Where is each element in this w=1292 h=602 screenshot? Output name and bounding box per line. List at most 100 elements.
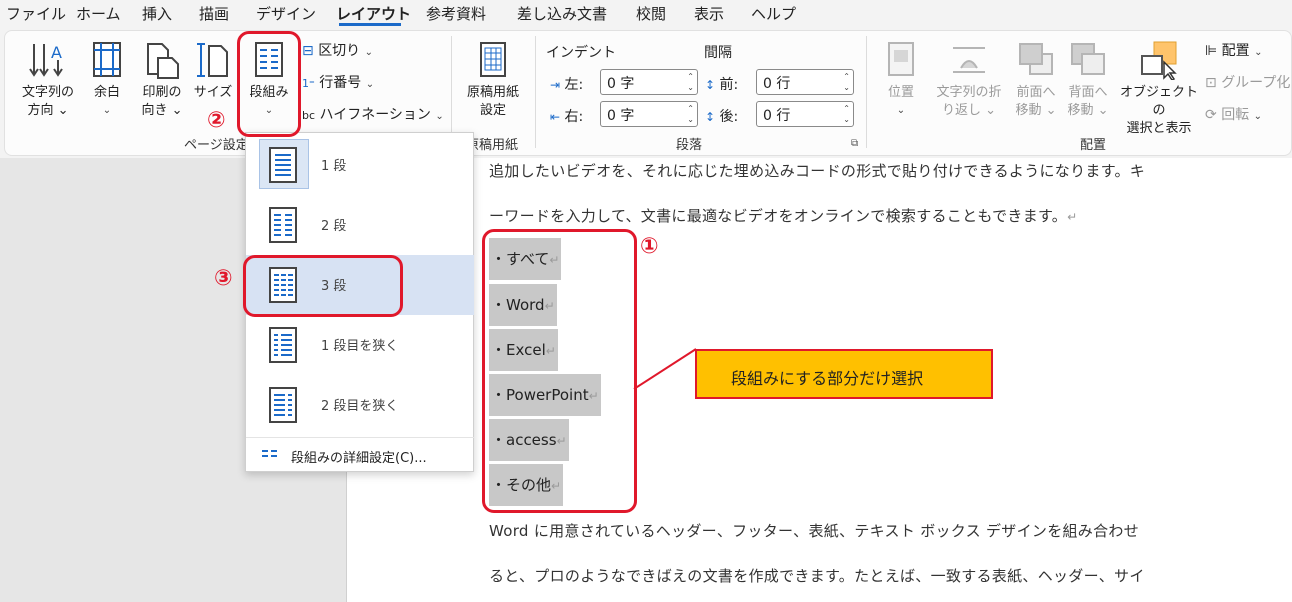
- send-backward-button[interactable]: 背面へ 移動 ⌄: [1064, 40, 1112, 120]
- paragraph-2-line-2: ると、プロのようなできばえの文書を作成できます。たとえば、一致する表紙、ヘッダー…: [489, 567, 1145, 585]
- more-columns-button[interactable]: 段組みの詳細設定(C)...: [246, 437, 474, 471]
- paragraph-group-label: 段落: [676, 138, 703, 153]
- hyphenation-label: ハイフネーション: [319, 107, 431, 123]
- indent-left-icon: ⇥: [550, 78, 561, 92]
- bring-forward-label-2: 移動 ⌄: [1015, 103, 1057, 118]
- callout-pointer: [633, 348, 697, 390]
- spin-arrows-icon[interactable]: ⌃ ⌄: [687, 71, 694, 93]
- breaks-label: 区切り: [318, 43, 361, 59]
- indent-right-icon: ⇤: [550, 110, 561, 124]
- active-tab-indicator: [339, 23, 401, 26]
- size-button[interactable]: サイズ: [192, 40, 234, 102]
- chevron-down-icon: ⌄: [1254, 47, 1263, 58]
- annotation-number-2: ②: [207, 108, 226, 133]
- selection-pane-label-1: オブジェクトの: [1119, 85, 1198, 118]
- rotate-button[interactable]: ⟳ 回転 ⌄: [1205, 104, 1262, 124]
- wrap-text-label-2: り返し ⌄: [941, 103, 997, 118]
- tab-help[interactable]: ヘルプ: [751, 3, 796, 24]
- bring-forward-icon: [1019, 43, 1053, 75]
- group-label: グループ化: [1221, 75, 1291, 91]
- arrange-group-label: 配置: [1080, 138, 1107, 153]
- text-direction-label-2: 方向 ⌄: [27, 103, 69, 118]
- text-direction-icon: A: [29, 43, 63, 77]
- indent-right-input[interactable]: 0 字 ⌃ ⌄: [600, 101, 698, 127]
- columns-option-one[interactable]: 1 段: [246, 135, 474, 195]
- tab-mailings[interactable]: 差し込み文書: [517, 3, 607, 24]
- indent-title: インデント: [546, 45, 616, 61]
- paper-size-icon: [197, 43, 228, 77]
- more-columns-label: 段組みの詳細設定(C)...: [291, 451, 427, 466]
- breaks-button[interactable]: ⊟ 区切り ⌄: [302, 40, 373, 60]
- tab-layout[interactable]: レイアウト: [336, 3, 411, 24]
- columns-option-label: 1 段目を狭く: [321, 339, 399, 354]
- columns-option-right[interactable]: 2 段目を狭く: [246, 375, 474, 435]
- spacing-before-label: ↕ 前:: [705, 77, 739, 93]
- paragraph-1-line-2: ーワードを入力して、文書に最適なビデオをオンラインで検索することもできます。↵: [489, 207, 1078, 225]
- tab-file[interactable]: ファイル: [6, 3, 66, 24]
- chevron-down-icon: ⌄: [102, 105, 112, 116]
- position-icon: [888, 42, 914, 76]
- chevron-down-icon: ⌄: [364, 47, 374, 58]
- tab-references[interactable]: 参考資料: [426, 3, 486, 24]
- page-setup-group-label: ページ設定: [184, 138, 249, 153]
- selection-pane-icon: [1141, 41, 1177, 80]
- tab-draw[interactable]: 描画: [199, 3, 229, 24]
- orientation-button[interactable]: 印刷の 向き ⌄: [136, 40, 188, 120]
- line-numbers-button[interactable]: 1⁼ 行番号 ⌄: [302, 72, 374, 92]
- indent-right-label: ⇤ 右:: [550, 109, 584, 125]
- selection-pane-button[interactable]: オブジェクトの 選択と表示: [1118, 40, 1200, 138]
- bring-forward-button[interactable]: 前面へ 移動 ⌄: [1012, 40, 1060, 120]
- one-column-icon: [269, 147, 297, 183]
- tab-view[interactable]: 表示: [694, 3, 724, 24]
- columns-option-two[interactable]: 2 段: [246, 195, 474, 255]
- size-label: サイズ: [193, 85, 233, 100]
- columns-option-left[interactable]: 1 段目を狭く: [246, 315, 474, 375]
- bring-forward-label-1: 前面へ: [1016, 85, 1056, 100]
- spacing-before-input[interactable]: 0 行 ⌃ ⌄: [756, 69, 854, 95]
- genkou-setup-button[interactable]: 原稿用紙 設定: [460, 40, 526, 120]
- columns-settings-icon: [262, 450, 277, 457]
- annotation-box-selection: [482, 229, 637, 513]
- margins-icon: [93, 42, 121, 77]
- two-columns-icon: [269, 207, 297, 243]
- chevron-down-icon: ⌄: [1253, 111, 1263, 122]
- orientation-label-1: 印刷の: [142, 85, 182, 100]
- menu-bar: ファイル ホーム 挿入 描画 デザイン レイアウト 参考資料 差し込み文書 校閲…: [0, 0, 1292, 28]
- group-button[interactable]: ⊡ グループ化: [1205, 72, 1290, 92]
- wrap-text-label-1: 文字列の折: [936, 85, 1002, 100]
- spin-arrows-icon[interactable]: ⌃ ⌄: [843, 71, 850, 93]
- svg-text:A: A: [51, 43, 62, 62]
- send-backward-icon: [1071, 43, 1105, 75]
- tab-design[interactable]: デザイン: [256, 3, 316, 24]
- tab-review[interactable]: 校閲: [636, 3, 666, 24]
- wrap-text-icon: [953, 47, 985, 73]
- hyphenation-button[interactable]: bc ハイフネーション ⌄: [302, 104, 444, 124]
- columns-option-label: 2 段目を狭く: [321, 399, 399, 414]
- wrap-text-button[interactable]: 文字列の折 り返し ⌄: [930, 40, 1008, 120]
- spin-arrows-icon[interactable]: ⌃ ⌄: [687, 103, 694, 125]
- annotation-box-three-columns: [243, 255, 403, 317]
- spin-arrows-icon[interactable]: ⌃ ⌄: [843, 103, 850, 125]
- tab-home[interactable]: ホーム: [76, 3, 121, 24]
- indent-left-input[interactable]: 0 字 ⌃ ⌄: [600, 69, 698, 95]
- margins-button[interactable]: 余白 ⌄: [88, 40, 126, 120]
- tab-insert[interactable]: 挿入: [142, 3, 172, 24]
- margins-label: 余白: [93, 85, 120, 100]
- position-button[interactable]: 位置 ⌄: [878, 40, 924, 120]
- return-mark-icon: ↵: [1067, 210, 1078, 224]
- left-column-narrow-icon: [269, 327, 297, 363]
- group-icon: ⊡: [1205, 75, 1217, 91]
- spacing-after-icon: ↕: [705, 110, 716, 124]
- dialog-launcher-icon[interactable]: ⧉: [851, 138, 858, 149]
- orientation-icon: [147, 43, 179, 79]
- text-direction-button[interactable]: A 文字列の 方向 ⌄: [14, 40, 82, 120]
- breaks-icon: ⊟: [302, 43, 314, 59]
- paragraph-1-line-1: 追加したいビデオを、それに応じた埋め込みコードの形式で貼り付けできるようになりま…: [489, 162, 1146, 180]
- spacing-after-input[interactable]: 0 行 ⌃ ⌄: [756, 101, 854, 127]
- align-button[interactable]: ⊫ 配置 ⌄: [1205, 40, 1263, 60]
- line-numbers-icon: 1⁼: [302, 77, 315, 90]
- text-direction-label-1: 文字列の: [21, 85, 74, 100]
- columns-option-label: 1 段: [321, 159, 347, 174]
- send-backward-label-1: 背面へ: [1068, 85, 1108, 100]
- orientation-label-2: 向き ⌄: [141, 103, 183, 118]
